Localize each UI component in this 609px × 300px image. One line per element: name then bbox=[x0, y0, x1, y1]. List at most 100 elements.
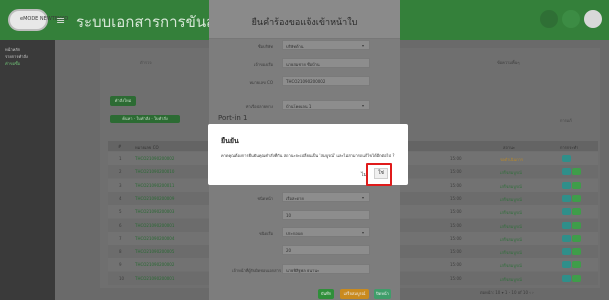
officer-label: เจ้าหน้าที่ผู้รับผิดชอบเอกสาร bbox=[232, 268, 281, 273]
row-status: เสร็จสมบูรณ์ bbox=[500, 250, 522, 255]
row-co-number[interactable]: THCO21090200001 bbox=[135, 276, 174, 281]
edit-icon[interactable] bbox=[572, 168, 581, 175]
goods-type-label: ชนิดหน้า bbox=[257, 196, 273, 201]
row-co-number[interactable]: THCO21090200011 bbox=[135, 183, 174, 188]
ship-type-label: ชนิดเรือ bbox=[259, 231, 273, 236]
col-status: สถานะ bbox=[503, 145, 515, 150]
edit-icon[interactable] bbox=[572, 208, 581, 215]
destination-label: ท่าเรือปลายทาง bbox=[245, 104, 273, 109]
row-number: 3 bbox=[119, 183, 122, 188]
port-in-title: Port-in 1 bbox=[218, 114, 248, 122]
edit-icon[interactable] bbox=[572, 261, 581, 268]
avatar[interactable] bbox=[584, 10, 602, 28]
row-number: 9 bbox=[119, 262, 122, 267]
view-icon[interactable] bbox=[562, 261, 571, 268]
search-label: การแก้ bbox=[560, 118, 572, 123]
view-icon[interactable] bbox=[562, 235, 571, 242]
row-status: เสร็จสมบูรณ์ bbox=[500, 210, 522, 215]
row-co-number[interactable]: THCO21090200002 bbox=[135, 156, 174, 161]
edit-icon[interactable] bbox=[572, 235, 581, 242]
row-status: เสร็จสมบูรณ์ bbox=[500, 184, 522, 189]
destination-select[interactable]: บ้านโคคเลน 1 bbox=[282, 100, 370, 110]
panel-header-center: ตำรวจ bbox=[140, 60, 152, 65]
row-time: 15:00 bbox=[450, 156, 462, 161]
view-icon[interactable] bbox=[562, 195, 571, 202]
row-number: 4 bbox=[119, 196, 122, 201]
row-number: 8 bbox=[119, 249, 122, 254]
view-icon[interactable] bbox=[562, 182, 571, 189]
confirm-dialog-message: คาดคุณต้องการยืนยันคุณคำสั่งที่กัน สถานะ… bbox=[221, 153, 395, 158]
row-number: 2 bbox=[119, 169, 122, 174]
filter-tabs[interactable]: ค้นหา · ใบคำสั่ง · ใบคำสั่ง bbox=[110, 115, 180, 123]
row-status: เสร็จสมบูรณ์ bbox=[500, 224, 522, 229]
confirm-highlight-box bbox=[366, 163, 392, 186]
row-co-number[interactable]: THCO21090200010 bbox=[135, 169, 174, 174]
sidebar-item-orders[interactable]: รายการคำสั่ง bbox=[5, 53, 28, 60]
menu-icon[interactable]: ≡ bbox=[56, 14, 65, 27]
chevron-down-icon: ▾ bbox=[362, 230, 365, 235]
row-status: รอดำเนินการ bbox=[500, 157, 524, 162]
row-status: เสร็จสมบูรณ์ bbox=[500, 277, 522, 282]
row-co-number[interactable]: THCO21090200009 bbox=[135, 196, 174, 201]
row-time: 15:00 bbox=[450, 183, 462, 188]
company-select[interactable]: บริษัทด้าน bbox=[282, 40, 370, 50]
owner-field[interactable]: นายสมชาย ชื่อบ้าน bbox=[282, 58, 370, 68]
row-time: 15:00 bbox=[450, 209, 462, 214]
co-number-label: หมายเลข CO bbox=[249, 80, 273, 85]
view-icon[interactable] bbox=[562, 155, 571, 162]
row-co-number[interactable]: THCO21090200002 bbox=[135, 262, 174, 267]
sidebar-item-home[interactable]: หน้าหลัก bbox=[5, 46, 20, 53]
chevron-down-icon: ▾ bbox=[362, 43, 365, 48]
view-icon[interactable] bbox=[562, 275, 571, 282]
confirm-dialog-title: ยืนยัน bbox=[221, 137, 239, 145]
edit-icon[interactable] bbox=[572, 275, 581, 282]
ship-qty-field[interactable]: 20 bbox=[282, 245, 370, 255]
view-icon[interactable] bbox=[562, 222, 571, 229]
row-status: เสร็จสมบูรณ์ bbox=[500, 237, 522, 242]
sidebar-item-requests[interactable]: คำขอซื้อ bbox=[5, 60, 20, 67]
save-button[interactable]: บันทึก bbox=[318, 289, 334, 299]
notification-icon[interactable] bbox=[540, 10, 558, 28]
goods-qty-field[interactable]: 10 bbox=[282, 210, 370, 220]
edit-icon[interactable] bbox=[572, 222, 581, 229]
edit-icon[interactable] bbox=[572, 248, 581, 255]
row-status: เสร็จสมบูรณ์ bbox=[500, 170, 522, 175]
ship-type-select[interactable]: ประกอบด bbox=[282, 227, 370, 237]
panel-header-right: ข้อความคิ้นๆ bbox=[497, 60, 520, 65]
row-co-number[interactable]: THCO21090200004 bbox=[135, 236, 174, 241]
request-form-title: ยืนคำร้องขอแจ้งเข้าหน้าใบ bbox=[251, 18, 358, 28]
view-icon[interactable] bbox=[562, 248, 571, 255]
row-number: 10 bbox=[119, 276, 125, 281]
company-label: ชื่อบริษัท bbox=[257, 44, 273, 49]
goods-type-select[interactable]: เรือสะดาย bbox=[282, 192, 370, 202]
edit-icon[interactable] bbox=[572, 195, 581, 202]
row-time: 15:00 bbox=[450, 262, 462, 267]
row-co-number[interactable]: THCO21090200005 bbox=[135, 249, 174, 254]
col-code: หมายเลข CO bbox=[135, 145, 159, 150]
col-num: # bbox=[118, 144, 122, 149]
row-time: 15:00 bbox=[450, 236, 462, 241]
chevron-down-icon: ▾ bbox=[362, 195, 365, 200]
settings-icon[interactable] bbox=[562, 10, 580, 28]
row-number: 7 bbox=[119, 236, 122, 241]
co-number-field[interactable]: THCO21090200002 bbox=[282, 76, 370, 86]
view-icon[interactable] bbox=[562, 208, 571, 215]
sidebar bbox=[0, 40, 55, 300]
row-co-number[interactable]: THCO21090200001 bbox=[135, 223, 174, 228]
row-time: 15:00 bbox=[450, 196, 462, 201]
row-status: เสร็จสมบูรณ์ bbox=[500, 263, 522, 268]
row-co-number[interactable]: THCO21090200003 bbox=[135, 209, 174, 214]
row-number: 6 bbox=[119, 223, 122, 228]
row-time: 15:00 bbox=[450, 249, 462, 254]
edit-icon[interactable] bbox=[572, 182, 581, 189]
officer-field[interactable]: นายพิสิฐพล ธนานะ bbox=[282, 264, 370, 274]
row-time: 15:00 bbox=[450, 169, 462, 174]
row-number: 1 bbox=[119, 156, 122, 161]
close-button[interactable]: ปิดหน้า bbox=[374, 289, 391, 299]
add-order-button[interactable]: คำสั่งใหม่ bbox=[110, 96, 136, 106]
complete-button[interactable]: เสร็จสมบูรณ์ bbox=[340, 289, 369, 299]
col-action: การกระทำ bbox=[560, 145, 579, 150]
view-icon[interactable] bbox=[562, 168, 571, 175]
pagination[interactable]: ต่อหน้า: 10 ▾ 1 - 10 of 10 ‹ › bbox=[480, 289, 534, 296]
row-time: 15:00 bbox=[450, 223, 462, 228]
